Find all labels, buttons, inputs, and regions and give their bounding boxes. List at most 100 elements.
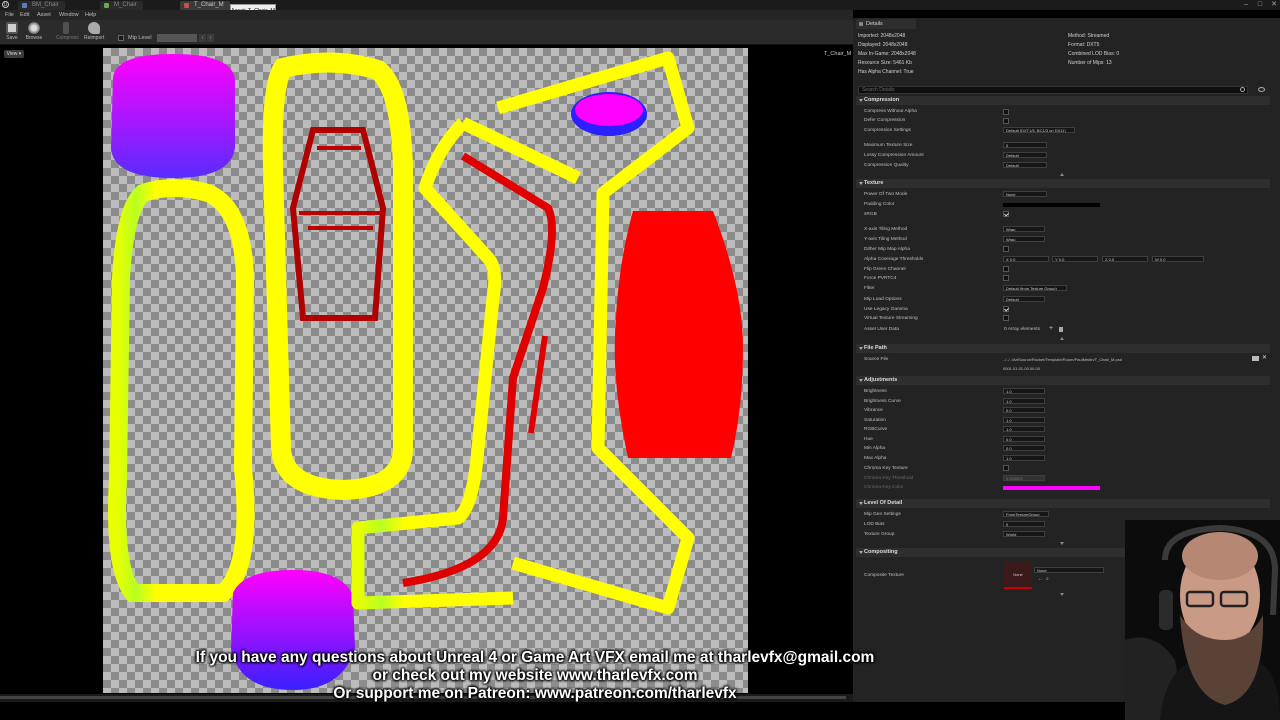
eye-icon[interactable] — [1258, 87, 1265, 92]
section-texture[interactable]: Texture — [856, 179, 1270, 188]
lossy-compression-dropdown[interactable]: Default — [1003, 152, 1047, 158]
prop-power-of-two: Power Of Two Mode — [864, 192, 908, 197]
min-alpha-input[interactable]: 0.0 — [1003, 445, 1045, 451]
compression-quality-dropdown[interactable]: Default — [1003, 162, 1047, 168]
mip-increment-button[interactable]: › — [207, 34, 214, 42]
srgb-checkbox[interactable] — [1003, 211, 1009, 217]
ue-logo-icon: U — [2, 1, 9, 8]
browse-asset-icon[interactable]: ⌕ — [1046, 576, 1049, 582]
composite-texture-thumbnail[interactable]: None — [1004, 561, 1032, 589]
alpha-coverage-y[interactable]: Y 0.0 — [1052, 256, 1098, 262]
menu-help[interactable]: Help — [85, 10, 96, 20]
tab-bm-chair[interactable]: BM_Chair — [18, 1, 65, 10]
prop-defer-compression: Defer Compression — [864, 118, 906, 123]
minimize-button[interactable]: – — [1240, 0, 1252, 9]
max-texture-size-input[interactable]: 0 — [1003, 142, 1047, 148]
alpha-coverage-z[interactable]: Z 0.0 — [1102, 256, 1148, 262]
section-level-of-detail[interactable]: Level Of Detail — [856, 499, 1270, 508]
defer-compression-checkbox[interactable] — [1003, 118, 1009, 124]
clear-icon[interactable]: ✕ — [1262, 354, 1267, 361]
browse-button[interactable]: Browse — [24, 22, 44, 44]
mip-level-slider[interactable] — [157, 34, 197, 42]
menu-asset[interactable]: Asset — [37, 10, 51, 20]
max-alpha-input[interactable]: 1.0 — [1003, 455, 1045, 461]
prop-alpha-coverage: Alpha Coverage Thresholds — [864, 257, 924, 262]
prop-virtual-texture: Virtual Texture Streaming — [864, 316, 918, 321]
hue-input[interactable]: 0.0 — [1003, 436, 1045, 442]
webcam-overlay — [1125, 520, 1280, 720]
texture-group-dropdown[interactable]: World — [1003, 531, 1045, 537]
collapse-arrow-icon[interactable] — [1060, 337, 1064, 340]
force-pvrtc4-checkbox[interactable] — [1003, 275, 1009, 281]
prop-rgb-curve: RGBCurve — [864, 427, 888, 432]
compression-settings-dropdown[interactable]: Default (DXT1/5, BC1/3 on DX11) — [1003, 127, 1075, 133]
section-file-path[interactable]: File Path — [856, 344, 1270, 353]
prop-composite-texture: Composite Texture — [864, 573, 904, 578]
source-file-path: ../../../ArtSource/Rocket/Template/Room/… — [1003, 357, 1122, 362]
alpha-coverage-w[interactable]: W 0.0 — [1152, 256, 1204, 262]
section-adjustments[interactable]: Adjustments — [856, 376, 1270, 385]
composite-texture-combo[interactable]: None — [1034, 567, 1104, 573]
title-bar: U BM_Chair M_Chair T_Chair_M – □ ✕ — [0, 0, 1280, 10]
x-tiling-dropdown[interactable]: Wrap — [1003, 226, 1045, 232]
search-icon — [1240, 87, 1245, 92]
compress-without-alpha-checkbox[interactable] — [1003, 109, 1009, 115]
prop-brightness-curve: Brightness Curve — [864, 399, 901, 404]
details-search-input[interactable]: Search Details — [858, 86, 1248, 94]
mip-level-checkbox[interactable] — [118, 35, 124, 41]
save-icon — [6, 22, 18, 34]
browse-icon — [28, 22, 40, 34]
browse-folder-icon[interactable] — [1252, 356, 1259, 361]
menu-window[interactable]: Window — [59, 10, 79, 20]
section-compression[interactable]: Compression — [856, 96, 1270, 105]
chroma-key-checkbox[interactable] — [1003, 465, 1009, 471]
prop-hue: Hue — [864, 437, 873, 442]
reimport-button[interactable]: Reimport — [84, 22, 104, 44]
expand-arrow-icon[interactable] — [1060, 593, 1064, 596]
close-button[interactable]: ✕ — [1268, 0, 1280, 9]
add-element-icon[interactable]: + — [1049, 325, 1053, 332]
flip-green-checkbox[interactable] — [1003, 266, 1009, 272]
webcam-person-image — [1125, 520, 1280, 720]
alpha-coverage-x[interactable]: X 0.0 — [1003, 256, 1049, 262]
collapse-arrow-icon[interactable] — [1060, 173, 1064, 176]
maximize-button[interactable]: □ — [1254, 0, 1266, 9]
overlay-line-email: If you have any questions about Unreal 4… — [195, 649, 875, 666]
padding-color-swatch[interactable] — [1003, 203, 1100, 207]
filter-dropdown[interactable]: Default (from Texture Group) — [1003, 285, 1067, 291]
compress-button[interactable]: Compress — [56, 22, 79, 44]
dither-mip-alpha-checkbox[interactable] — [1003, 246, 1009, 252]
vibrance-input[interactable]: 0.0 — [1003, 407, 1045, 413]
lod-bias-input[interactable]: 0 — [1003, 521, 1045, 527]
use-selected-icon[interactable]: ← — [1038, 576, 1043, 582]
virtual-texture-checkbox[interactable] — [1003, 315, 1009, 321]
trash-icon[interactable] — [1059, 327, 1063, 332]
overlay-line-patreon: Or support me on Patreon: www.patreon.co… — [333, 685, 737, 702]
prop-saturation: Saturation — [864, 418, 886, 423]
expand-arrow-icon[interactable] — [1060, 542, 1064, 545]
chroma-key-threshold-input[interactable]: 0.003922 — [1003, 475, 1045, 481]
mip-gen-dropdown[interactable]: FromTextureGroup — [1003, 511, 1049, 517]
tab-m-chair[interactable]: M_Chair — [100, 1, 143, 10]
mip-load-dropdown[interactable]: Default — [1003, 296, 1045, 302]
chroma-key-color-swatch[interactable] — [1003, 486, 1100, 490]
y-tiling-dropdown[interactable]: Wrap — [1003, 236, 1045, 242]
prop-dither-mip-alpha: Dither Mip Map Alpha — [864, 247, 910, 252]
texture-uv-islands — [108, 51, 743, 690]
save-button[interactable]: Save — [2, 22, 22, 44]
brightness-input[interactable]: 1.0 — [1003, 388, 1045, 394]
tab-t-chair-m[interactable]: T_Chair_M — [180, 1, 230, 10]
prop-mip-gen-settings: Mip Gen Settings — [864, 512, 901, 517]
brightness-curve-input[interactable]: 1.0 — [1003, 398, 1045, 404]
legacy-gamma-checkbox[interactable] — [1003, 306, 1009, 312]
view-options-button[interactable]: View ▾ — [4, 50, 24, 58]
power-of-two-dropdown[interactable]: None — [1003, 191, 1047, 197]
menu-edit[interactable]: Edit — [20, 10, 29, 20]
saturation-input[interactable]: 1.0 — [1003, 417, 1045, 423]
prop-lossy-compression: Lossy Compression Amount — [864, 153, 924, 158]
mip-decrement-button[interactable]: ‹ — [199, 34, 206, 42]
details-tab[interactable]: Details — [856, 19, 916, 29]
prop-padding-color: Padding Color — [864, 202, 895, 207]
menu-file[interactable]: File — [5, 10, 14, 20]
rgb-curve-input[interactable]: 1.0 — [1003, 426, 1045, 432]
